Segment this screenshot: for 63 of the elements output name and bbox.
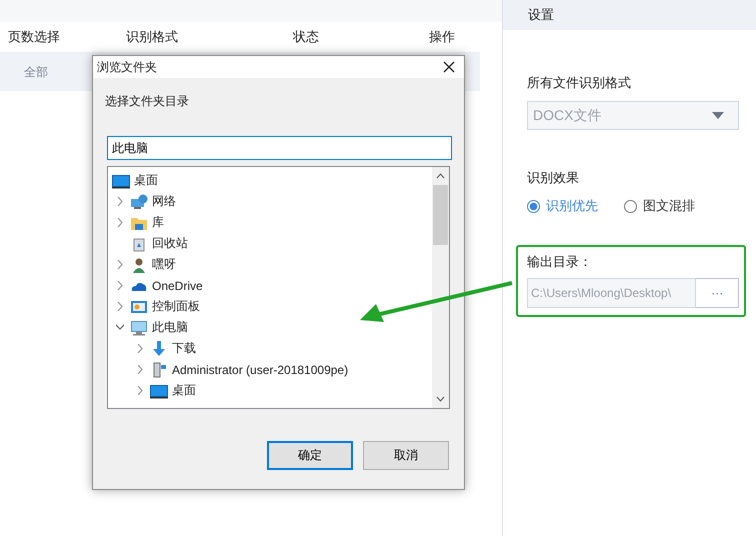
format-label: 所有文件识别格式: [527, 74, 632, 92]
tree-row[interactable]: 控制面板: [108, 296, 432, 317]
chevron-up-icon[interactable]: [436, 173, 445, 179]
folder-tree-item[interactable]: 此电脑: [152, 319, 188, 336]
chevron-right-icon[interactable]: [116, 302, 124, 311]
chevron-right-icon[interactable]: [136, 365, 144, 374]
column-header: 识别格式: [126, 28, 178, 46]
close-icon[interactable]: [443, 61, 455, 73]
radio-option[interactable]: 识别优先: [527, 197, 598, 215]
tree-row[interactable]: 桌面: [108, 170, 432, 191]
chevron-down-icon[interactable]: [116, 323, 124, 332]
column-header: 页数选择: [8, 28, 60, 46]
tree-row[interactable]: 桌面: [108, 380, 432, 401]
down-arrow-icon: [150, 340, 168, 356]
monitor-icon: [130, 320, 148, 336]
folder-tree-item[interactable]: 回收站: [152, 235, 188, 252]
folder-tree-item[interactable]: 控制面板: [152, 298, 200, 315]
column-header: 操作: [429, 28, 455, 46]
folder-field[interactable]: 此电脑: [107, 136, 452, 160]
folder-tree-item[interactable]: 网络: [152, 193, 176, 210]
desktop-icon: [150, 382, 168, 398]
network-icon: [130, 194, 148, 210]
ok-button[interactable]: 确定: [267, 441, 353, 470]
browse-button[interactable]: ···: [696, 278, 739, 308]
folder-tree-item[interactable]: Administrator (user-20181009pe): [172, 362, 348, 376]
tree-row[interactable]: OneDrive: [108, 275, 432, 296]
tree-row[interactable]: 回收站: [108, 233, 432, 254]
control-panel-icon: [130, 298, 148, 314]
tree-row[interactable]: 网络: [108, 191, 432, 212]
tree-row[interactable]: 下载: [108, 338, 432, 359]
folder-tree-item[interactable]: 桌面: [172, 382, 196, 399]
column-header: 状态: [293, 28, 319, 46]
instruction-text: 选择文件夹目录: [105, 93, 190, 110]
scrollbar-thumb[interactable]: [433, 185, 448, 245]
chevron-right-icon[interactable]: [116, 281, 124, 290]
radio-circle[interactable]: [624, 200, 637, 212]
table-cell: 全部: [24, 64, 48, 80]
panel-title: 设置: [528, 6, 554, 24]
person-icon: [130, 256, 148, 272]
output-label: 输出目录：: [527, 253, 593, 271]
desktop-icon: [112, 172, 130, 188]
tree-row[interactable]: Administrator (user-20181009pe): [108, 359, 432, 380]
scrollbar[interactable]: [432, 167, 449, 408]
folder-tree-item[interactable]: 下载: [172, 340, 196, 357]
radio-circle[interactable]: [527, 200, 540, 212]
cancel-button[interactable]: 取消: [363, 441, 449, 470]
chevron-right-icon[interactable]: [116, 197, 124, 206]
tree-row[interactable]: 库: [108, 212, 432, 233]
dialog-title: 浏览文件夹: [97, 58, 157, 76]
folder-tree-item[interactable]: 桌面: [134, 172, 158, 189]
folder-tree-item[interactable]: 嘿呀: [152, 256, 176, 273]
chevron-right-icon[interactable]: [136, 344, 144, 353]
radio-option[interactable]: 图文混排: [624, 197, 695, 215]
chevron-right-icon[interactable]: [116, 260, 124, 269]
tree-row[interactable]: 此电脑: [108, 317, 432, 338]
chevron-right-icon[interactable]: [116, 218, 124, 227]
folder-tree-item[interactable]: 库: [152, 214, 164, 231]
caret-icon: [712, 112, 724, 119]
effect-label: 识别效果: [527, 169, 580, 187]
chevron-right-icon[interactable]: [136, 386, 144, 395]
tree-row[interactable]: 嘿呀: [108, 254, 432, 275]
chevron-down-icon[interactable]: [436, 396, 445, 402]
folder-tree-item[interactable]: OneDrive: [152, 278, 203, 292]
